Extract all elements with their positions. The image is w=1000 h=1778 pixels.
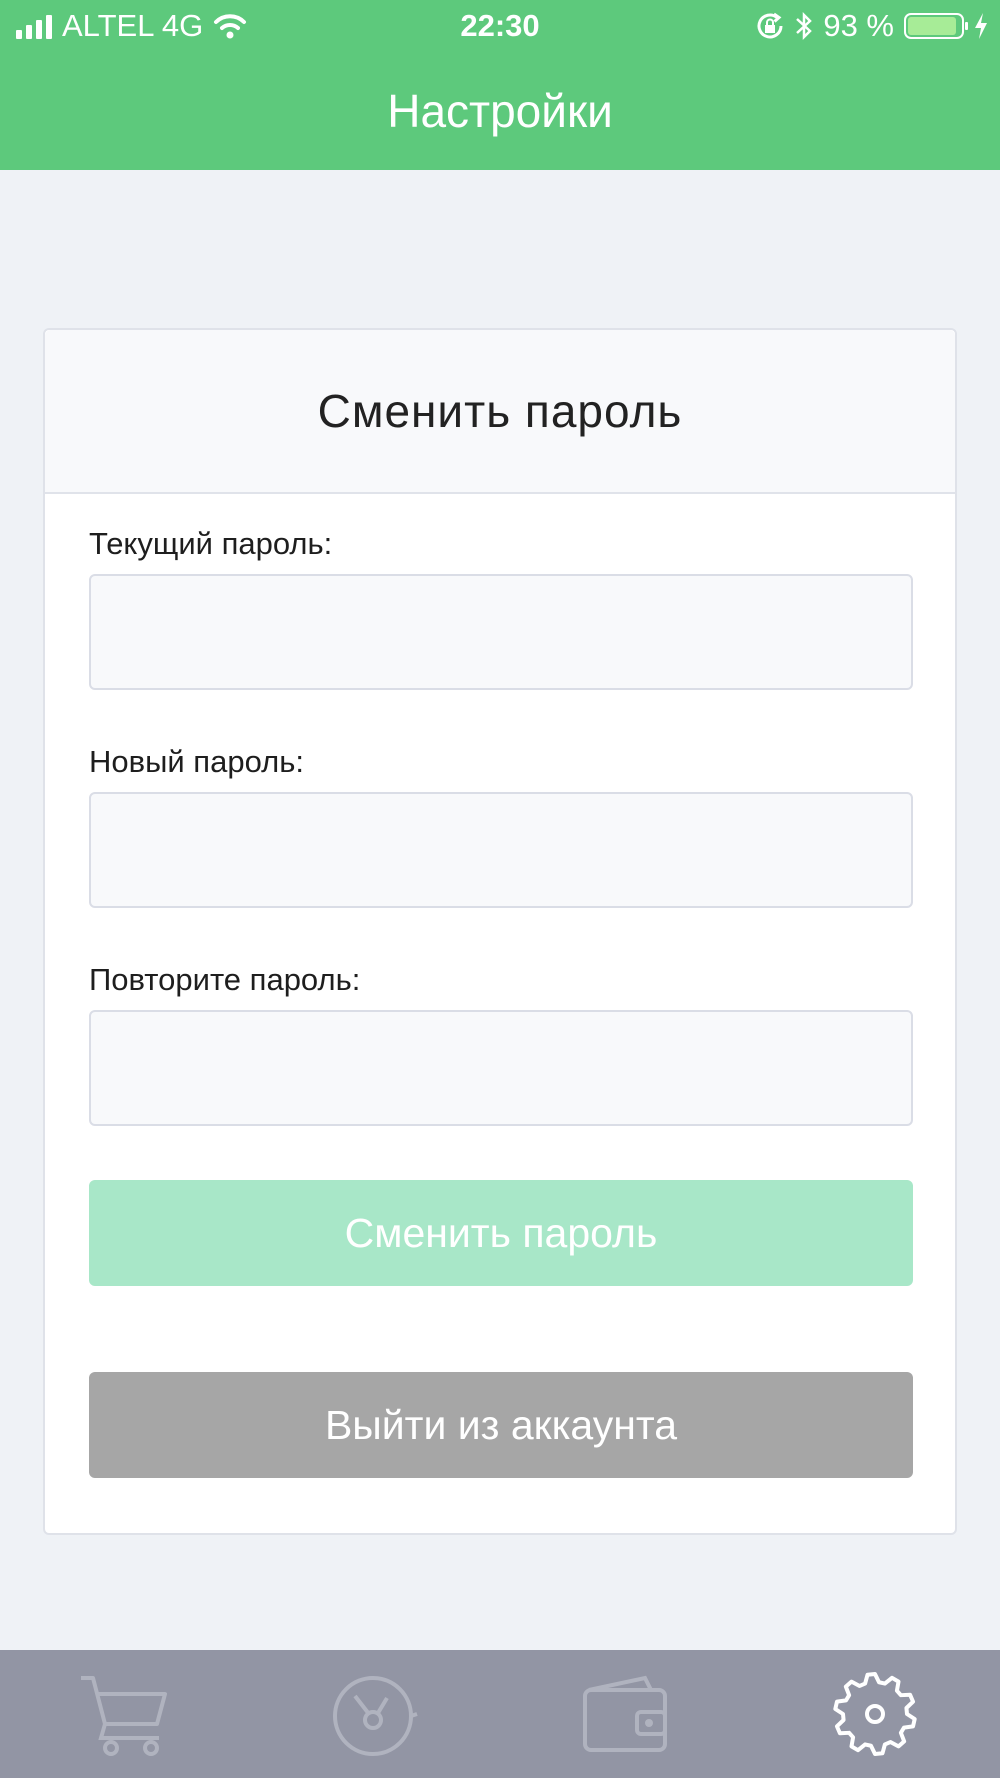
new-password-label: Новый пароль: — [89, 744, 304, 779]
tab-cart[interactable] — [0, 1650, 250, 1778]
change-password-button-label: Сменить пароль — [344, 1209, 658, 1256]
repeat-password-label: Повторите пароль: — [89, 962, 361, 997]
tab-settings[interactable] — [750, 1650, 1000, 1778]
tab-timer[interactable] — [250, 1650, 500, 1778]
logout-button[interactable]: Выйти из аккаунта — [89, 1372, 913, 1478]
current-password-field[interactable] — [89, 574, 913, 690]
gear-icon — [833, 1672, 917, 1756]
logout-button-label: Выйти из аккаунта — [324, 1401, 678, 1448]
gear-outline — [833, 1672, 917, 1756]
battery-icon — [904, 13, 968, 39]
rotation-lock-icon — [757, 12, 783, 39]
card-title: Сменить пароль — [317, 385, 683, 437]
repeat-password-field[interactable] — [89, 1010, 913, 1126]
card-header: Сменить пароль — [45, 330, 955, 494]
tab-wallet[interactable] — [500, 1650, 750, 1778]
change-password-card: Сменить пароль Текущий пароль: Новый пар… — [43, 328, 957, 1535]
nav-bar: Настройки — [0, 56, 1000, 170]
timer-icon — [333, 1676, 418, 1756]
bluetooth-icon — [796, 11, 813, 41]
tab-bar — [0, 1650, 1000, 1778]
wallet-icon — [583, 1675, 667, 1752]
current-password-label: Текущий пароль: — [89, 526, 333, 561]
status-bar: ALTEL 4G 22:30 93 % — [0, 0, 1000, 56]
new-password-field[interactable] — [89, 792, 913, 908]
page-title: Настройки — [387, 85, 613, 137]
change-password-button[interactable]: Сменить пароль — [89, 1180, 913, 1286]
charging-icon — [975, 13, 987, 39]
cart-icon — [81, 1676, 167, 1756]
battery-percent: 93 % — [823, 8, 894, 43]
